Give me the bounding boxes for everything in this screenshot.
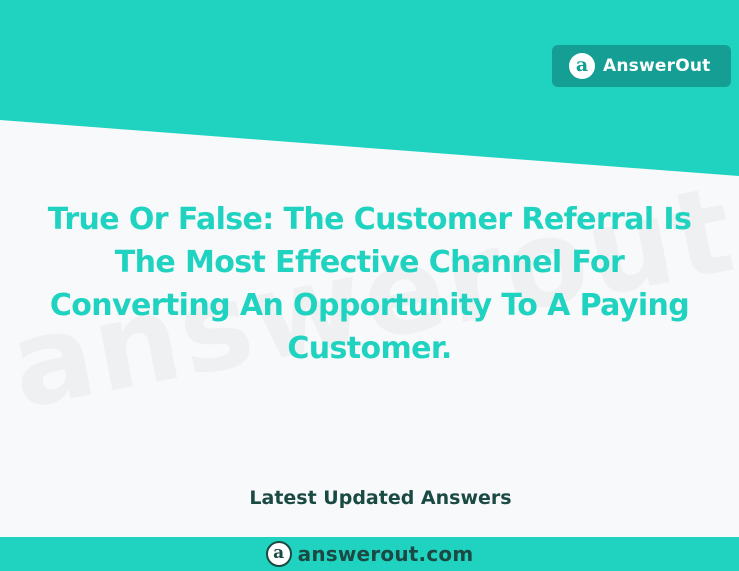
logo-glyph: a bbox=[575, 53, 589, 76]
latest-updated-answers-label: Latest Updated Answers bbox=[249, 487, 512, 509]
a-circle-footer-icon: a bbox=[265, 541, 292, 567]
question-title: True Or False: The Customer Referral Is … bbox=[47, 202, 692, 366]
a-circle-logo-icon: a bbox=[569, 53, 595, 79]
brand-name: AnswerOut bbox=[603, 56, 711, 76]
header-teal-band bbox=[0, 0, 739, 176]
footer-logo-glyph: a bbox=[273, 542, 285, 563]
brand-logo-badge[interactable]: a AnswerOut bbox=[552, 45, 731, 87]
footer-bar: a answerout.com bbox=[0, 537, 739, 571]
footer-site-link[interactable]: answerout.com bbox=[298, 542, 474, 566]
